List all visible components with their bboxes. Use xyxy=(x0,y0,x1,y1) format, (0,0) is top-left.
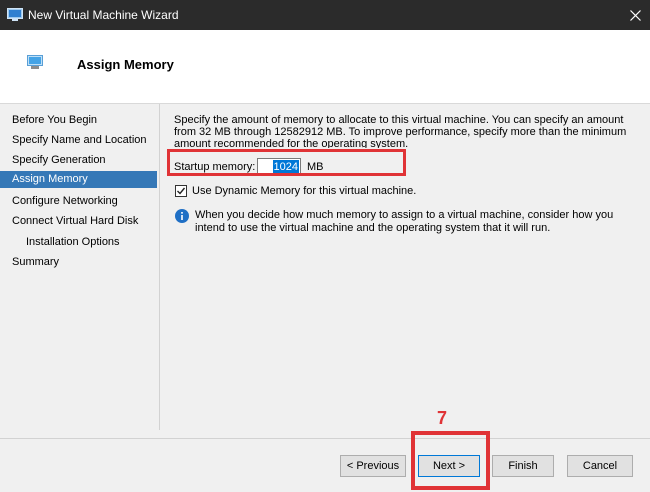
cancel-button[interactable]: Cancel xyxy=(567,455,633,477)
previous-button[interactable]: < Previous xyxy=(340,455,406,477)
nav-item-configure-networking[interactable]: Configure Networking xyxy=(0,193,157,210)
memory-icon xyxy=(27,55,43,69)
nav-item-specify-generation[interactable]: Specify Generation xyxy=(0,152,157,169)
nav-divider xyxy=(159,104,160,430)
close-icon xyxy=(629,9,641,21)
info-icon xyxy=(175,209,189,223)
nav-item-assign-memory[interactable]: Assign Memory xyxy=(0,171,157,188)
wizard-header: Assign Memory xyxy=(0,30,650,103)
hyper-v-icon xyxy=(7,8,23,21)
nav-item-before-you-begin[interactable]: Before You Begin xyxy=(0,112,157,129)
checkmark-icon xyxy=(177,187,186,195)
memory-description: Specify the amount of memory to allocate… xyxy=(174,114,627,148)
info-text: When you decide how much memory to assig… xyxy=(195,209,614,234)
nav-item-summary[interactable]: Summary xyxy=(0,254,157,271)
dynamic-memory-label: Use Dynamic Memory for this virtual mach… xyxy=(192,185,417,197)
window-title: New Virtual Machine Wizard xyxy=(28,8,179,22)
footer-divider xyxy=(0,438,650,439)
nav-item-specify-name-location[interactable]: Specify Name and Location xyxy=(0,132,157,149)
next-button-highlight xyxy=(411,431,490,490)
nav-item-installation-options[interactable]: Installation Options xyxy=(0,234,157,251)
finish-button[interactable]: Finish xyxy=(492,455,554,477)
title-bar: New Virtual Machine Wizard xyxy=(0,0,650,30)
page-title: Assign Memory xyxy=(77,57,174,72)
close-button[interactable] xyxy=(620,0,650,30)
step-number-annotation: 7 xyxy=(437,408,448,428)
nav-item-connect-virtual-hard-disk[interactable]: Connect Virtual Hard Disk xyxy=(0,213,157,230)
dynamic-memory-checkbox[interactable] xyxy=(175,185,187,197)
wizard-steps-nav: Before You Begin Specify Name and Locati… xyxy=(0,104,160,430)
startup-memory-highlight xyxy=(167,149,406,176)
